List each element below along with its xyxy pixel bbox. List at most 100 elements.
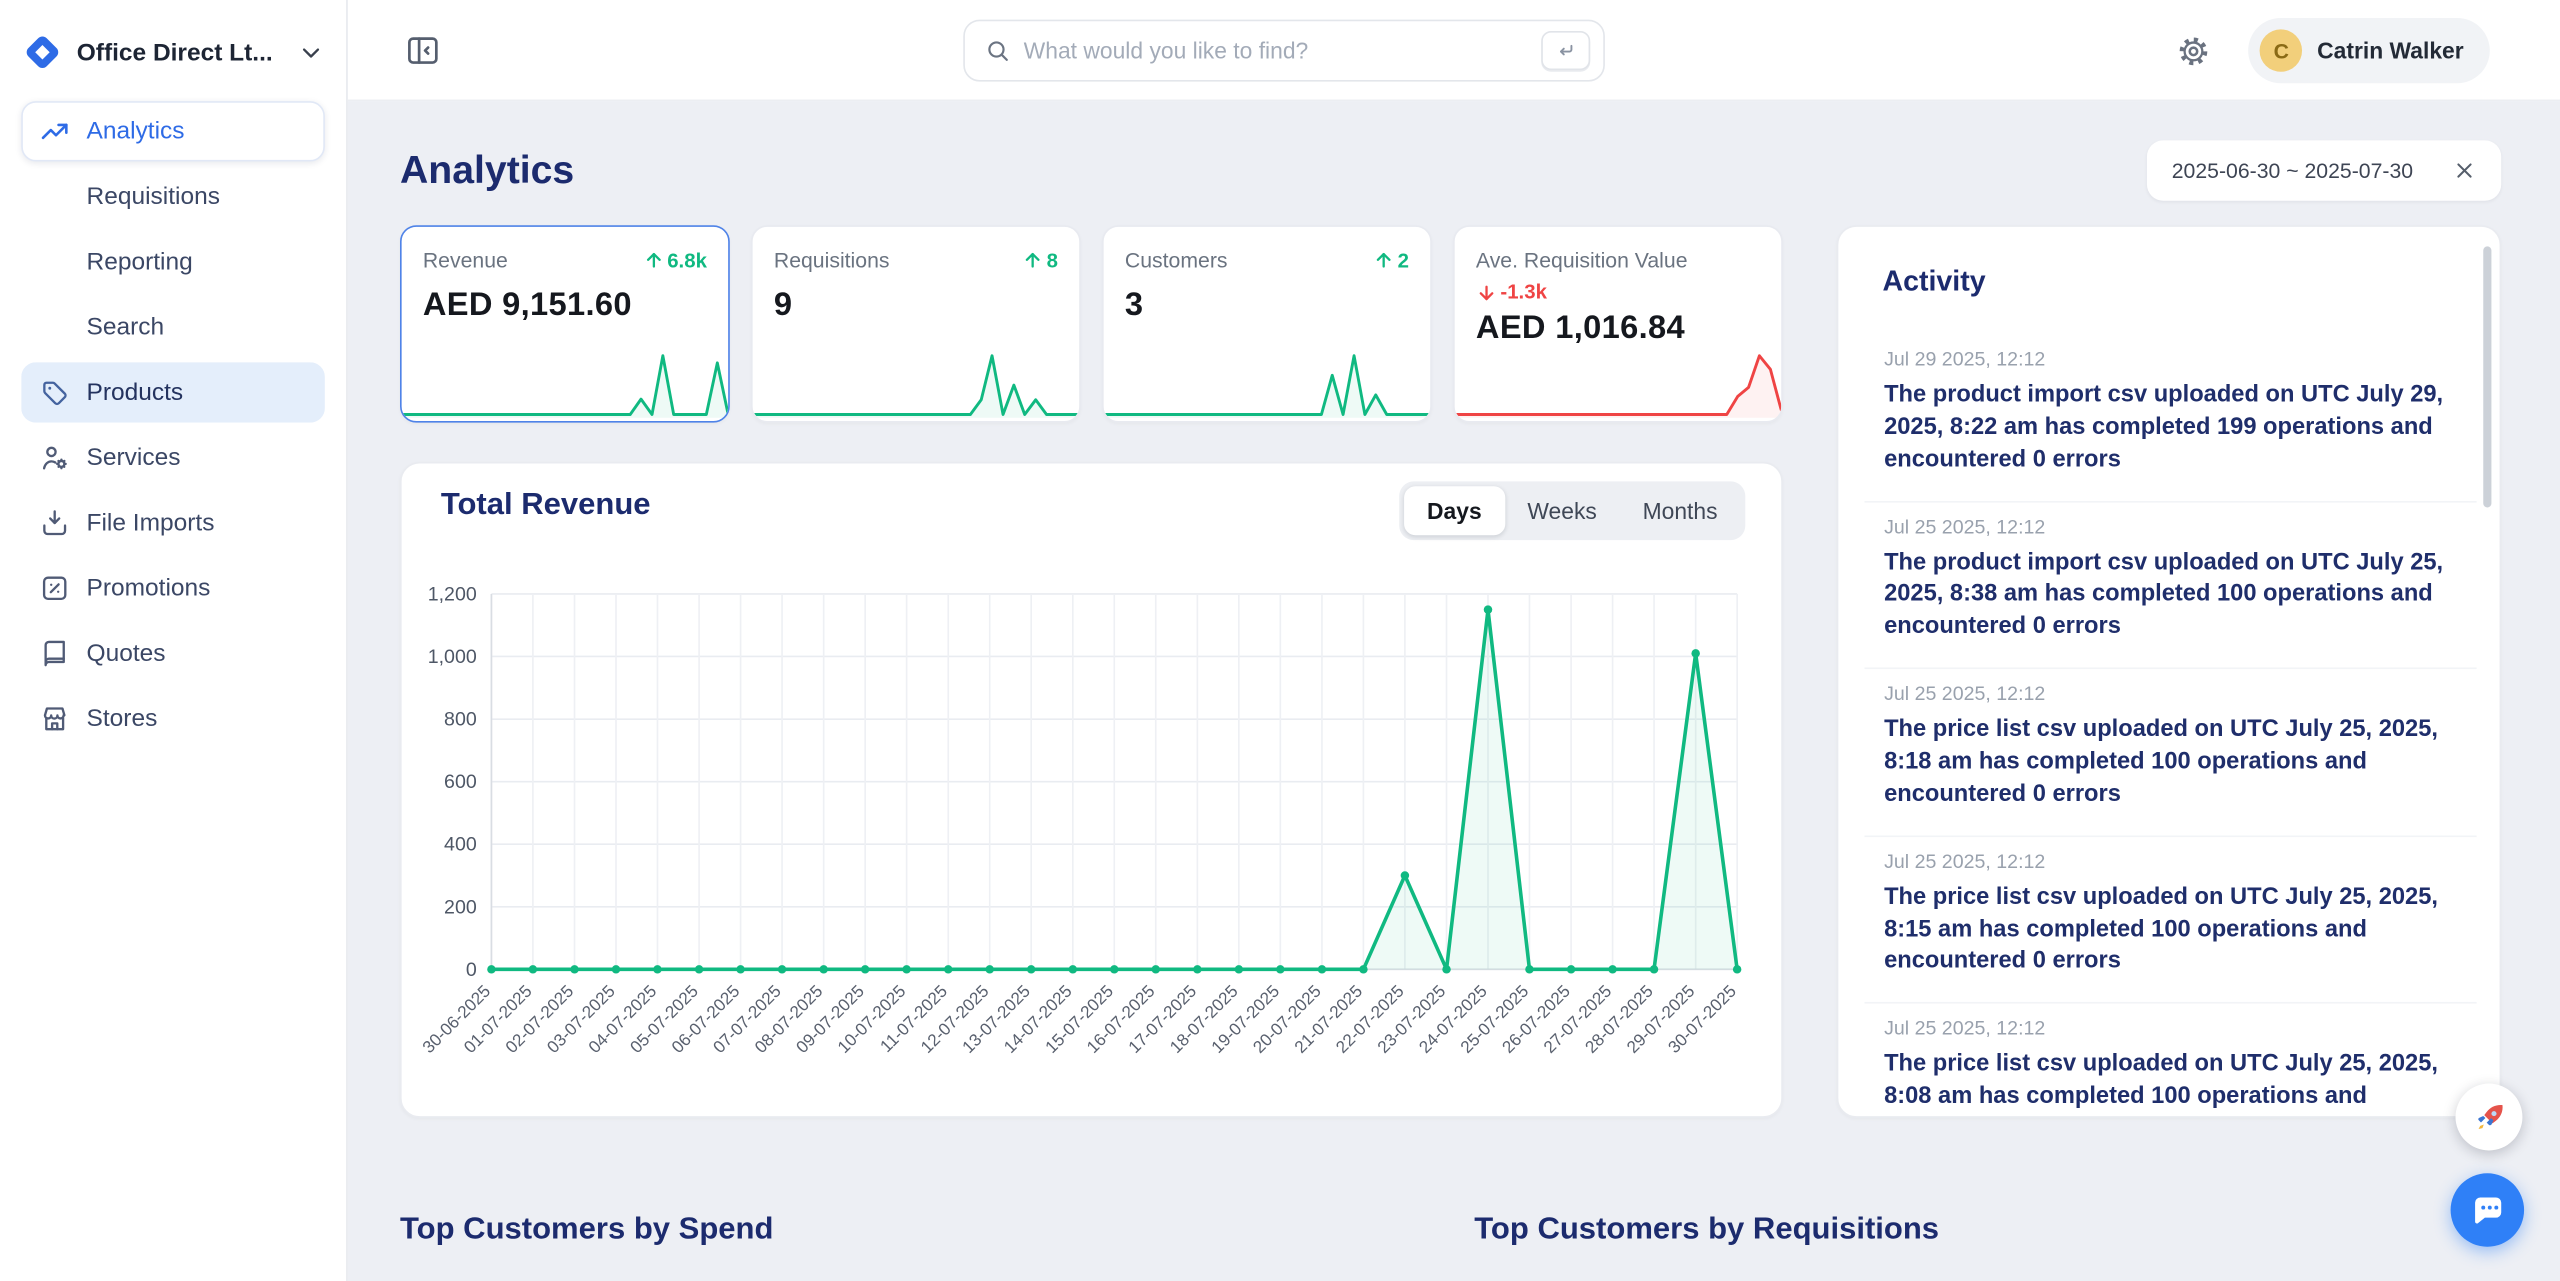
page-title: Analytics [400, 148, 574, 194]
import-icon [39, 508, 70, 539]
date-range-value: 2025-06-30 ~ 2025-07-30 [2172, 158, 2413, 182]
revenue-line-chart: 02004006008001,0001,20030-06-202501-07-2… [402, 463, 1785, 1119]
kpi-value: 9 [774, 287, 1058, 325]
chat-support-button[interactable] [2451, 1173, 2524, 1246]
page-header: Analytics 2025-06-30 ~ 2025-07-30 [400, 140, 2501, 200]
topbar-right: C Catrin Walker [2177, 0, 2490, 101]
kpi-card-revenue[interactable]: Revenue 6.8k AED 9,151.60 [400, 225, 730, 422]
kpi-delta-row: -1.3k [1476, 281, 1760, 304]
search-input[interactable] [1024, 38, 1528, 64]
sidebar-item-label: Promotions [87, 574, 211, 602]
kpi-cards-row: Revenue 6.8k AED 9,151.60 Requisitions8 9 Cus… [400, 225, 1783, 422]
activity-item: Jul 25 2025, 12:12The price list csv upl… [1864, 1004, 2476, 1116]
enter-key-icon [1541, 31, 1590, 70]
kpi-label: Customers [1125, 248, 1228, 272]
activity-item: Jul 25 2025, 12:12 The price list csv upl… [1864, 837, 2476, 1004]
rocket-launcher-button[interactable] [2456, 1084, 2523, 1151]
kpi-sparkline [753, 346, 1080, 421]
sidebar-item-promotions[interactable]: Promotions [21, 558, 325, 618]
global-search [963, 20, 1605, 82]
arrow-up-icon [1373, 250, 1394, 271]
sidebar-item-label: Stores [87, 705, 158, 733]
svg-text:400: 400 [444, 834, 477, 856]
activity-item: Jul 29 2025, 12:12 The product import csv… [1864, 335, 2476, 502]
sidebar-item-search[interactable]: Search [21, 297, 325, 357]
rocket-icon [2471, 1099, 2507, 1135]
sidebar-item-file-imports[interactable]: File Imports [21, 493, 325, 553]
tag-icon [39, 377, 70, 408]
kpi-card-ave-requisition-value[interactable]: Ave. Requisition Value -1.3k AED 1,016.84 [1453, 225, 1783, 422]
svg-text:1,000: 1,000 [428, 646, 477, 668]
org-switcher[interactable]: Office Direct Lt... [21, 20, 325, 85]
kpi-value: AED 9,151.60 [423, 287, 707, 325]
svg-text:800: 800 [444, 709, 477, 731]
sidebar-item-label: File Imports [87, 509, 215, 537]
total-revenue-panel: Total Revenue DaysWeeksMonths 0200400600… [400, 462, 1783, 1118]
svg-text:600: 600 [444, 771, 477, 793]
sidebar-nav: Analytics Requisitions Reporting Search Prod… [21, 101, 325, 749]
user-menu[interactable]: C Catrin Walker [2249, 18, 2490, 83]
avatar: C [2260, 29, 2302, 71]
sidebar-item-reporting[interactable]: Reporting [21, 232, 325, 292]
date-range-filter[interactable]: 2025-06-30 ~ 2025-07-30 [2147, 140, 2501, 200]
activity-timestamp: Jul 25 2025, 12:12 [1884, 850, 2457, 873]
activity-text: The price list csv uploaded on UTC July … [1884, 715, 2457, 812]
kpi-value: 3 [1125, 287, 1409, 325]
sidebar-item-label: Reporting [87, 248, 193, 276]
activity-text: The price list csv uploaded on UTC July … [1884, 882, 2457, 979]
services-icon [39, 442, 70, 473]
kpi-card-top: Customers 2 [1125, 248, 1409, 272]
user-name: Catrin Walker [2317, 38, 2464, 64]
sidebar-collapse-button[interactable] [405, 33, 441, 69]
sidebar-item-quotes[interactable]: Quotes [21, 623, 325, 683]
kpi-card-top: Ave. Requisition Value [1476, 248, 1760, 272]
activity-panel: Activity Jul 29 2025, 12:12 The product i… [1837, 225, 2501, 1118]
activity-scrollbar[interactable] [2483, 246, 2491, 507]
kpi-sparkline [402, 346, 729, 421]
svg-text:200: 200 [444, 896, 477, 918]
store-icon [39, 703, 70, 734]
settings-gear-icon[interactable] [2177, 33, 2211, 67]
arrow-up-icon [1022, 250, 1043, 271]
search-icon [984, 38, 1010, 64]
kpi-card-customers[interactable]: Customers 2 3 [1102, 225, 1432, 422]
activity-timestamp: Jul 29 2025, 12:12 [1884, 348, 2457, 371]
sidebar-item-label: Requisitions [87, 183, 220, 211]
activity-text: The price list csv uploaded on UTC July … [1884, 1050, 2457, 1116]
sidebar-item-stores[interactable]: Stores [21, 689, 325, 749]
kpi-sparkline [1104, 346, 1431, 421]
sidebar-item-label: Analytics [87, 117, 185, 145]
arrow-up-icon [643, 250, 664, 271]
top-customers-spend-heading: Top Customers by Spend [400, 1212, 773, 1248]
sidebar-item-label: Products [87, 379, 184, 407]
clear-date-icon[interactable] [2452, 158, 2476, 182]
main-content: Analytics 2025-06-30 ~ 2025-07-30 Revenu… [348, 101, 2560, 1281]
kpi-value: AED 1,016.84 [1476, 310, 1760, 348]
activity-list: Jul 29 2025, 12:12 The product import csv… [1864, 335, 2476, 1117]
kpi-label: Revenue [423, 248, 508, 272]
sidebar-item-services[interactable]: Services [21, 428, 325, 488]
activity-item: Jul 25 2025, 12:12The price list csv upl… [1864, 669, 2476, 836]
kpi-delta: -1.3k [1476, 281, 1760, 304]
topbar: C Catrin Walker [348, 0, 2560, 101]
trend-icon [39, 116, 70, 147]
kpi-sparkline [1455, 346, 1782, 421]
activity-timestamp: Jul 25 2025, 12:12 [1884, 515, 2457, 538]
activity-text: The product import csv uploaded on UTC J… [1884, 380, 2457, 477]
sidebar-item-label: Services [87, 444, 181, 472]
activity-item: Jul 25 2025, 12:12The product import csv… [1864, 502, 2476, 669]
kpi-card-top: Requisitions8 [774, 248, 1058, 272]
kpi-delta: 2 [1373, 249, 1409, 272]
kpi-card-top: Revenue 6.8k [423, 248, 707, 272]
kpi-card-requisitions[interactable]: Requisitions8 9 [751, 225, 1081, 422]
activity-title: Activity [1882, 264, 1985, 298]
sidebar-item-requisitions[interactable]: Requisitions [21, 166, 325, 226]
kpi-delta: 6.8k [643, 249, 707, 272]
sidebar-item-analytics[interactable]: Analytics [21, 101, 325, 161]
arrow-down-icon [1476, 281, 1497, 302]
kpi-delta: 8 [1022, 249, 1058, 272]
kpi-label: Ave. Requisition Value [1476, 248, 1688, 272]
sidebar-item-products[interactable]: Products [21, 362, 325, 422]
sidebar-item-label: Quotes [87, 640, 166, 668]
org-name: Office Direct Lt... [77, 38, 273, 66]
